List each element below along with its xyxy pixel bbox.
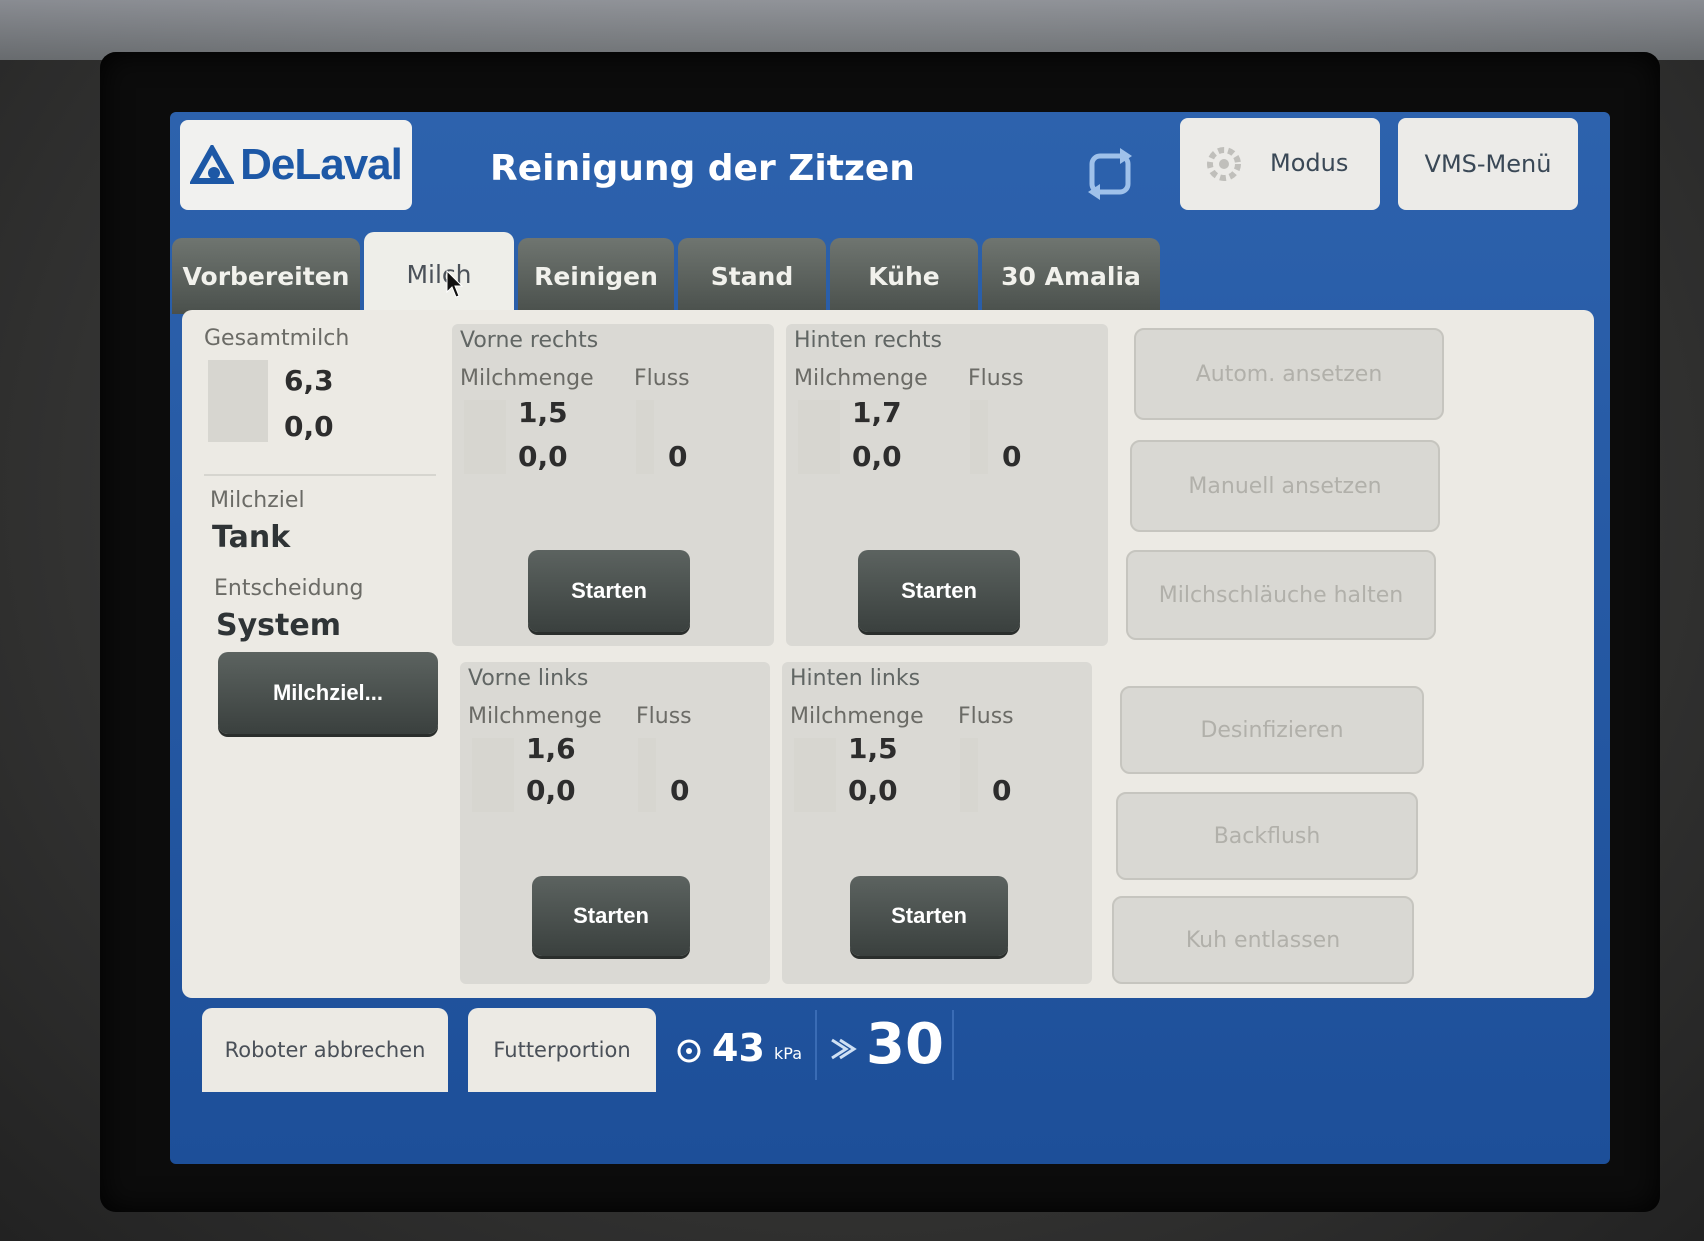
summary-column: Gesamtmilch 6,3 0,0 Milchziel Tank Entsc…: [190, 324, 440, 984]
starten-button[interactable]: Starten: [858, 550, 1020, 632]
gesamtmilch-bar: [208, 360, 268, 442]
fluss-bar: [638, 738, 656, 812]
quarter-hinten-rechts: Hinten rechts Milchmenge Fluss 1,7 0,0 0…: [786, 324, 1108, 646]
milchziel-value: Tank: [212, 520, 291, 555]
quarter-title: Hinten rechts: [794, 328, 942, 353]
starten-button[interactable]: Starten: [528, 550, 690, 632]
fluss-bar: [970, 400, 988, 474]
vacuum-gauge-icon: [677, 1039, 701, 1063]
fluss-label: Fluss: [636, 704, 692, 729]
divider: [815, 1010, 817, 1080]
touch-screen: DeLaval Reinigung der Zitzen Modus VMS-M…: [170, 112, 1610, 1164]
manuell-ansetzen-button[interactable]: Manuell ansetzen: [1130, 440, 1440, 532]
milchmenge-value-2: 0,0: [848, 774, 898, 807]
pulsation-value: 30: [866, 1012, 944, 1077]
delaval-logo-mark-icon: [190, 145, 235, 184]
divider: [952, 1010, 954, 1080]
tab-milch[interactable]: Milch: [364, 232, 514, 316]
tab-reinigen[interactable]: Reinigen: [518, 238, 674, 314]
tab-30-amalia[interactable]: 30 Amalia: [982, 238, 1160, 314]
background-glare: [0, 0, 1704, 60]
gesamtmilch-value-1: 6,3: [284, 364, 334, 397]
delaval-logo: DeLaval: [180, 120, 412, 210]
fluss-bar: [636, 400, 654, 474]
milchmenge-label: Milchmenge: [460, 366, 594, 391]
gesamtmilch-label: Gesamtmilch: [204, 326, 350, 351]
milchmenge-label: Milchmenge: [794, 366, 928, 391]
fluss-value: 0: [1002, 440, 1022, 473]
gear-icon: [1207, 147, 1241, 181]
vms-menu-button[interactable]: VMS-Menü: [1398, 118, 1578, 210]
fluss-bar: [960, 738, 978, 812]
vacuum-value: 43: [712, 1026, 765, 1070]
backflush-button[interactable]: Backflush: [1116, 792, 1418, 880]
milchmenge-value-1: 1,7: [852, 396, 902, 429]
kuh-entlassen-button[interactable]: Kuh entlassen: [1112, 896, 1414, 984]
starten-button[interactable]: Starten: [532, 876, 690, 956]
divider: [204, 474, 436, 476]
pulsation-icon: [831, 1038, 857, 1060]
milchmenge-bar: [798, 400, 840, 474]
starten-button[interactable]: Starten: [850, 876, 1008, 956]
quarter-vorne-rechts: Vorne rechts Milchmenge Fluss 1,5 0,0 0 …: [452, 324, 774, 646]
quarter-hinten-links: Hinten links Milchmenge Fluss 1,5 0,0 0 …: [782, 662, 1092, 984]
milchmenge-value-2: 0,0: [518, 440, 568, 473]
milchmenge-value-1: 1,5: [518, 396, 568, 429]
modus-label: Modus: [1270, 149, 1349, 177]
sync-icon[interactable]: [1080, 144, 1140, 204]
desinfizieren-button[interactable]: Desinfizieren: [1120, 686, 1424, 774]
entscheidung-label: Entscheidung: [214, 576, 364, 601]
gesamtmilch-value-2: 0,0: [284, 410, 334, 443]
quarter-title: Vorne links: [468, 666, 589, 691]
tab-vorbereiten[interactable]: Vorbereiten: [172, 238, 360, 314]
entscheidung-value: System: [216, 608, 341, 643]
milchmenge-value-2: 0,0: [526, 774, 576, 807]
milchmenge-bar: [794, 738, 836, 812]
milchmenge-label: Milchmenge: [468, 704, 602, 729]
milchmenge-bar: [464, 400, 506, 474]
milchziel-button[interactable]: Milchziel...: [218, 652, 438, 734]
milchmenge-label: Milchmenge: [790, 704, 924, 729]
fluss-label: Fluss: [958, 704, 1014, 729]
page-title: Reinigung der Zitzen: [490, 148, 915, 189]
quarter-title: Vorne rechts: [460, 328, 599, 353]
tab-kuehe[interactable]: Kühe: [830, 238, 978, 314]
autom-ansetzen-button[interactable]: Autom. ansetzen: [1134, 328, 1444, 420]
milchmenge-value-2: 0,0: [852, 440, 902, 473]
milchziel-label: Milchziel: [210, 488, 305, 513]
main-content-panel: Gesamtmilch 6,3 0,0 Milchziel Tank Entsc…: [182, 310, 1594, 998]
fluss-label: Fluss: [968, 366, 1024, 391]
quarter-vorne-links: Vorne links Milchmenge Fluss 1,6 0,0 0 S…: [460, 662, 770, 984]
roboter-abbrechen-button[interactable]: Roboter abbrechen: [202, 1008, 448, 1092]
milchschlaeuche-halten-button[interactable]: Milchschläuche halten: [1126, 550, 1436, 640]
fluss-value: 0: [670, 774, 690, 807]
futterportion-button[interactable]: Futterportion: [468, 1008, 656, 1092]
modus-button[interactable]: Modus: [1180, 118, 1380, 210]
milchmenge-value-1: 1,5: [848, 732, 898, 765]
fluss-label: Fluss: [634, 366, 690, 391]
fluss-value: 0: [992, 774, 1012, 807]
quarter-title: Hinten links: [790, 666, 921, 691]
fluss-value: 0: [668, 440, 688, 473]
logo-text: DeLaval: [240, 140, 403, 189]
milchmenge-bar: [472, 738, 514, 812]
cursor-arrow-icon: [446, 270, 464, 298]
tab-stand[interactable]: Stand: [678, 238, 826, 314]
vacuum-unit: kPa: [774, 1044, 802, 1063]
milchmenge-value-1: 1,6: [526, 732, 576, 765]
